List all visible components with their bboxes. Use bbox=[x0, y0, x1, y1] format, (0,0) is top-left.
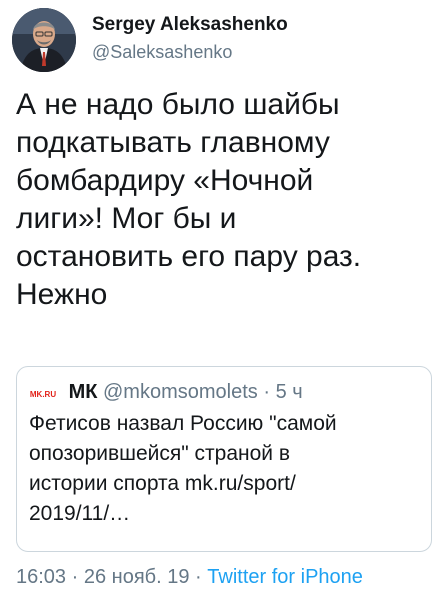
avatar[interactable] bbox=[12, 8, 76, 72]
tweet-text: А не надо было шайбы подкатывать главном… bbox=[16, 88, 362, 311]
svg-text:MK.RU: MK.RU bbox=[30, 390, 56, 399]
tweet-meta: 16:03 · 26 нояб. 19 · Twitter for iPhone bbox=[16, 566, 363, 589]
quoted-timestamp: 5 ч bbox=[275, 381, 303, 403]
meta-separator: · bbox=[195, 566, 202, 588]
author-handle[interactable]: @Saleksashenko bbox=[92, 42, 288, 63]
mk-logo-icon: MK.RU bbox=[29, 389, 57, 399]
tweet-header: Sergey Aleksashenko @Saleksashenko bbox=[12, 8, 432, 72]
avatar-image bbox=[12, 8, 76, 72]
quoted-tweet-card[interactable]: MK.RU МК @mkomsomolets · 5 ч Фетисов наз… bbox=[16, 366, 432, 552]
quoted-tweet-header: MK.RU МК @mkomsomolets · 5 ч bbox=[29, 381, 303, 404]
quoted-author-handle: @mkomsomolets bbox=[103, 381, 258, 403]
author-names: Sergey Aleksashenko @Saleksashenko bbox=[92, 14, 288, 63]
quoted-author-name: МК bbox=[68, 381, 98, 403]
meta-separator: · bbox=[71, 566, 79, 588]
quoted-separator: · bbox=[263, 381, 271, 403]
quoted-tweet-text: Фетисов назвал Россию "самой опозорившей… bbox=[29, 412, 337, 525]
tweet-date[interactable]: 26 нояб. 19 bbox=[84, 566, 190, 588]
tweet-time[interactable]: 16:03 bbox=[16, 566, 66, 588]
author-display-name[interactable]: Sergey Aleksashenko bbox=[92, 14, 288, 36]
tweet-source-link[interactable]: Twitter for iPhone bbox=[207, 566, 363, 588]
